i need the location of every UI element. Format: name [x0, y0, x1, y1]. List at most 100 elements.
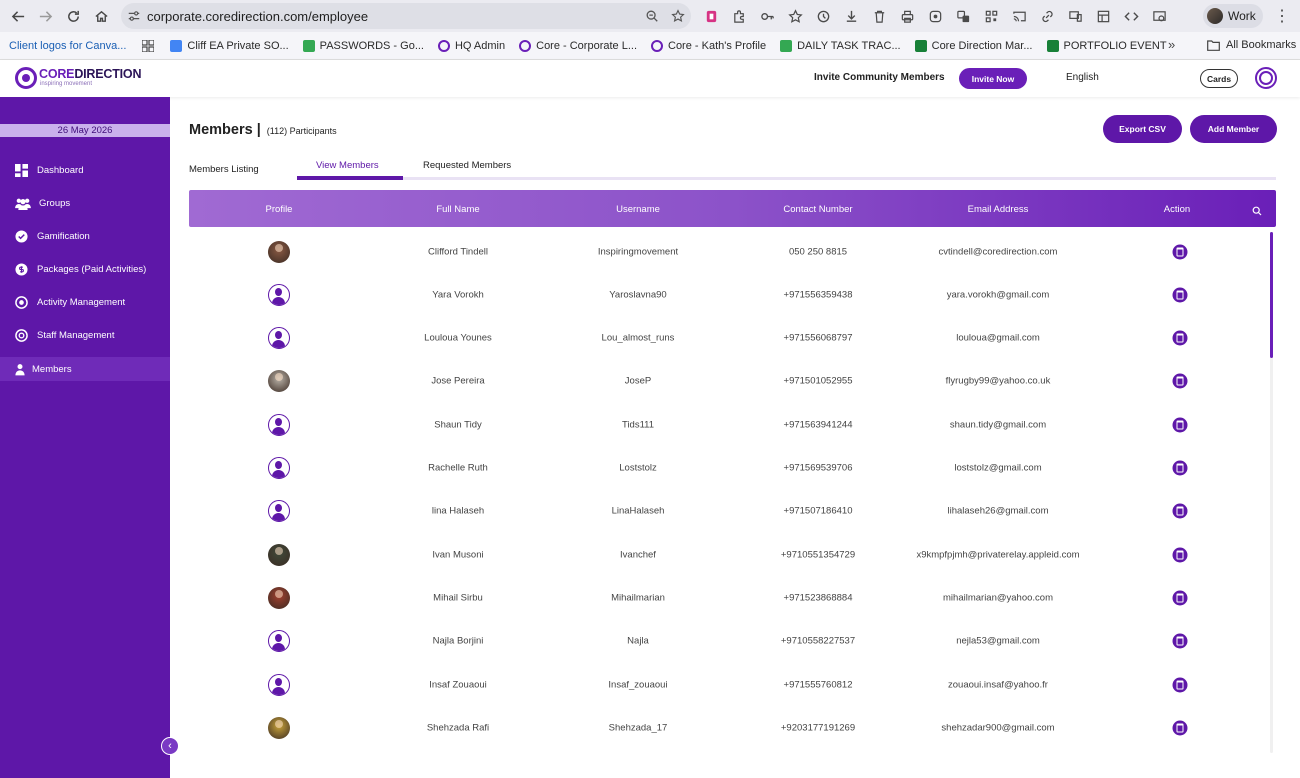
figma-extension-icon[interactable] — [700, 4, 722, 28]
sidebar-item-activity-management[interactable]: Activity Management — [0, 290, 170, 314]
delete-member-icon[interactable] — [1172, 460, 1188, 476]
bookmark-6[interactable]: DAILY TASK TRAC... — [773, 39, 908, 52]
member-contact-number: +971569539706 — [783, 462, 853, 474]
sidebar-item-label: Members — [32, 363, 72, 375]
download-icon[interactable] — [840, 4, 862, 28]
logo-name: COREDIRECTION — [39, 68, 141, 81]
forward-icon[interactable] — [31, 2, 59, 30]
delete-member-icon[interactable] — [1172, 720, 1188, 736]
table-view-icon[interactable] — [1092, 4, 1114, 28]
chevron-double-right-icon[interactable]: » — [1168, 37, 1175, 52]
address-bar[interactable]: corporate.coredirection.com/employee — [121, 3, 691, 29]
default-avatar-icon — [268, 327, 290, 350]
bookmark-8[interactable]: PORTFOLIO EVENT — [1040, 39, 1174, 52]
key-icon[interactable] — [756, 4, 778, 28]
back-icon[interactable] — [4, 2, 32, 30]
table-scrollbar[interactable] — [1270, 232, 1273, 753]
all-bookmarks[interactable]: All Bookmarks — [1207, 39, 1296, 51]
bookmark-3[interactable]: HQ Admin — [431, 39, 512, 52]
core-direction-logo[interactable]: COREDIRECTION inspiring movement — [15, 67, 141, 89]
delete-member-icon[interactable] — [1172, 633, 1188, 649]
url-text[interactable]: corporate.coredirection.com/employee — [147, 9, 639, 24]
table-row: Mihail Sirbu Mihailmarian +971523868884 mih… — [189, 576, 1269, 619]
qr-code-icon[interactable] — [980, 4, 1002, 28]
sidebar-item-staff-management[interactable]: Staff Management — [0, 323, 170, 347]
default-avatar-icon — [268, 500, 290, 523]
default-avatar-icon — [268, 457, 290, 479]
delete-member-icon[interactable] — [1172, 244, 1188, 259]
member-full-name: Louloua Younes — [424, 332, 492, 344]
puzzle-extension-icon[interactable] — [728, 4, 750, 28]
sidebar-item-dashboard[interactable]: Dashboard — [0, 158, 170, 182]
export-csv-button[interactable]: Export CSV — [1103, 115, 1182, 143]
more-menu-icon[interactable]: ⋮ — [1272, 6, 1292, 26]
lens-icon[interactable] — [924, 4, 946, 28]
sidebar-item-groups[interactable]: Groups — [0, 191, 170, 215]
translate-icon[interactable] — [952, 4, 974, 28]
delete-member-icon[interactable] — [1172, 547, 1188, 563]
core-logo-icon — [519, 39, 532, 52]
member-contact-number: 050 250 8815 — [788, 246, 848, 257]
add-member-button[interactable]: Add Member — [1190, 115, 1277, 143]
bookmark-star-icon[interactable] — [665, 9, 691, 23]
sidebar-item-label: Dashboard — [37, 164, 84, 176]
apps-grid-icon[interactable] — [133, 39, 163, 52]
trash-icon[interactable] — [868, 4, 890, 28]
print-icon[interactable] — [896, 4, 918, 28]
member-full-name: lina Halaseh — [431, 505, 485, 517]
sidebar-item-label: Groups — [39, 197, 71, 209]
star-list-icon[interactable] — [784, 4, 806, 28]
delete-member-icon[interactable] — [1172, 373, 1188, 389]
bookmark-2[interactable]: PASSWORDS - Go... — [296, 39, 431, 52]
default-avatar-icon — [268, 283, 290, 306]
bookmark-0[interactable]: Client logos for Canva... — [0, 40, 133, 52]
sidebar-item-label: Staff Management — [37, 329, 115, 341]
home-icon[interactable] — [87, 2, 115, 30]
sidebar-collapse-icon[interactable]: ‹ — [161, 737, 179, 755]
link-icon[interactable] — [1036, 4, 1058, 28]
delete-member-icon[interactable] — [1172, 677, 1188, 692]
bookmarks-bar: Client logos for Canva... Cliff EA Priva… — [0, 32, 1300, 60]
profile-photo — [268, 543, 290, 566]
invite-now-button[interactable]: Invite Now — [959, 68, 1027, 89]
delete-member-icon[interactable] — [1172, 330, 1188, 346]
site-settings-icon[interactable] — [121, 9, 147, 23]
profile-chip[interactable]: Work — [1203, 4, 1263, 28]
delete-member-icon[interactable] — [1172, 503, 1188, 519]
language-selector[interactable]: English — [1066, 72, 1099, 83]
delete-member-icon[interactable] — [1172, 590, 1188, 606]
reload-icon[interactable] — [59, 2, 87, 30]
sidebar-item-packages[interactable]: Packages (Paid Activities) — [0, 257, 170, 281]
bookmark-7[interactable]: Core Direction Mar... — [908, 39, 1040, 52]
sidebar-date: 26 May 2026 — [0, 124, 170, 137]
screenshot-icon[interactable] — [1148, 4, 1170, 28]
active-tab-indicator — [297, 176, 403, 180]
cards-button[interactable]: Cards — [1200, 69, 1238, 88]
tab-requested-members[interactable]: Requested Members — [423, 160, 511, 171]
delete-member-icon[interactable] — [1172, 417, 1188, 433]
bookmark-5[interactable]: Core - Kath's Profile — [644, 39, 773, 52]
tab-view-members[interactable]: View Members — [316, 160, 379, 171]
sidebar-item-gamification[interactable]: Gamification — [0, 224, 170, 248]
bookmark-1[interactable]: Cliff EA Private SO... — [163, 39, 295, 52]
zoom-icon[interactable] — [639, 9, 665, 23]
history-icon[interactable] — [812, 4, 834, 28]
default-avatar-icon — [268, 673, 290, 696]
devices-icon[interactable] — [1064, 4, 1086, 28]
code-icon[interactable] — [1120, 4, 1142, 28]
sidebar-item-members[interactable]: Members — [0, 357, 170, 381]
search-icon[interactable] — [1252, 203, 1262, 216]
delete-member-icon[interactable] — [1172, 287, 1188, 303]
scrollbar-thumb[interactable] — [1270, 232, 1273, 358]
member-full-name: Jose Pereira — [431, 375, 485, 387]
sheets-plus-icon — [1046, 39, 1059, 52]
member-contact-number: +971555760812 — [783, 679, 853, 690]
user-avatar[interactable] — [1255, 67, 1277, 89]
member-email: nejla53@gmail.com — [956, 635, 1040, 647]
profile-photo — [268, 586, 290, 609]
member-username: LinaHalaseh — [611, 505, 665, 517]
bookmark-4[interactable]: Core - Corporate L... — [512, 39, 644, 52]
member-full-name: Ivan Musoni — [432, 549, 484, 561]
cast-icon[interactable] — [1008, 4, 1030, 28]
sidebar-item-label: Packages (Paid Activities) — [37, 263, 147, 275]
